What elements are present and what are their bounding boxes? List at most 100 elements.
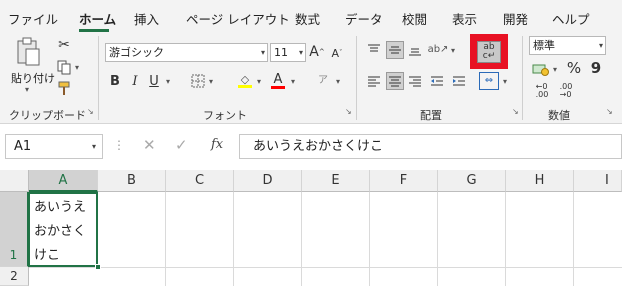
bottom-align-icon[interactable]: [407, 43, 423, 57]
number-launcher-icon[interactable]: ↘: [606, 107, 613, 116]
fill-color-icon[interactable]: ◇: [237, 72, 253, 90]
tab-view[interactable]: 表示: [452, 9, 477, 28]
underline-icon[interactable]: U: [147, 73, 161, 89]
decrease-indent-icon[interactable]: [429, 74, 445, 88]
more-options-icon[interactable]: ⋮: [113, 138, 125, 152]
paste-dropdown-icon[interactable]: ▾: [25, 85, 29, 94]
tab-review[interactable]: 校閲: [402, 9, 427, 28]
select-all-corner[interactable]: [0, 170, 29, 192]
chevron-down-icon[interactable]: ▾: [299, 44, 303, 61]
comma-style-icon[interactable]: 9: [590, 59, 602, 77]
active-tab-indicator: [79, 29, 109, 32]
gridline: [29, 267, 622, 268]
tab-file[interactable]: ファイル: [8, 9, 58, 28]
formula-bar-content: あいうえおかさくけこ: [253, 139, 384, 154]
column-header-f[interactable]: F: [370, 170, 438, 192]
tab-home[interactable]: ホーム: [79, 9, 116, 28]
decrease-font-size-icon[interactable]: Aˇ: [330, 45, 344, 61]
column-header-i[interactable]: I: [574, 170, 622, 192]
accounting-format-icon[interactable]: [531, 61, 551, 77]
tab-formulas[interactable]: 数式: [295, 9, 320, 28]
font-name-value: 游ゴシック: [109, 46, 164, 59]
align-right-icon[interactable]: [407, 74, 423, 88]
borders-icon[interactable]: [190, 73, 206, 89]
tab-insert[interactable]: 挿入: [134, 9, 159, 28]
phonetic-guide-icon[interactable]: ア: [315, 73, 331, 89]
cut-icon[interactable]: ✂: [56, 37, 72, 53]
orientation-dropdown-icon[interactable]: ▾: [451, 46, 455, 55]
align-center-icon[interactable]: [386, 72, 404, 90]
ribbon-tabs: ファイル ホーム 挿入 ページ レイアウト 数式 データ 校閲 表示 開発 ヘル…: [0, 0, 622, 34]
tab-page-layout[interactable]: ページ レイアウト: [186, 9, 290, 28]
group-divider: [98, 36, 99, 120]
name-box[interactable]: A1 ▾: [5, 134, 103, 159]
alignment-group-label: 配置: [420, 109, 442, 122]
font-name-combo[interactable]: 游ゴシック ▾: [105, 43, 268, 62]
clipboard-launcher-icon[interactable]: ↘: [87, 107, 94, 116]
column-header-b[interactable]: B: [98, 170, 166, 192]
borders-dropdown-icon[interactable]: ▾: [209, 77, 213, 86]
tab-help[interactable]: ヘルプ: [552, 9, 590, 28]
middle-align-icon[interactable]: [386, 41, 404, 59]
underline-dropdown-icon[interactable]: ▾: [166, 77, 170, 86]
paste-icon[interactable]: [14, 37, 42, 67]
phonetic-dropdown-icon[interactable]: ▾: [336, 77, 340, 86]
row-header-1[interactable]: 1: [0, 192, 29, 267]
paste-label[interactable]: 貼り付け: [11, 70, 55, 86]
enter-icon[interactable]: ✓: [175, 136, 188, 154]
name-box-value: A1: [14, 139, 32, 154]
tab-developer[interactable]: 開発: [503, 9, 528, 28]
insert-function-icon[interactable]: fx: [211, 137, 223, 152]
cell-a1[interactable]: あいうえ おかさく けこ: [28, 192, 98, 267]
number-group-label: 数値: [548, 109, 570, 122]
font-color-icon[interactable]: A: [270, 72, 286, 90]
italic-icon[interactable]: I: [128, 73, 142, 89]
increase-indent-icon[interactable]: [451, 74, 467, 88]
clipboard-group-label: クリップボード: [9, 109, 86, 122]
column-header-c[interactable]: C: [166, 170, 234, 192]
wrap-text-button[interactable]: ab c↵: [470, 34, 508, 69]
font-color-dropdown-icon[interactable]: ▾: [291, 77, 295, 86]
chevron-down-icon[interactable]: ▾: [92, 135, 96, 158]
accounting-dropdown-icon[interactable]: ▾: [553, 65, 557, 74]
cancel-icon[interactable]: ✕: [143, 136, 156, 154]
increase-font-size-icon[interactable]: A ^: [309, 43, 325, 61]
formula-bar-input[interactable]: あいうえおかさくけこ: [239, 134, 622, 159]
gridline: [505, 192, 506, 286]
group-divider: [356, 36, 357, 120]
ribbon: 貼り付け ▾ ✂ ▾ クリップボード ↘ 游ゴシック ▾ 11 ▾ A ^ Aˇ B …: [0, 34, 622, 124]
gridline: [369, 192, 370, 286]
copy-dropdown-icon[interactable]: ▾: [75, 63, 79, 72]
decrease-decimal-icon[interactable]: .00 →0: [557, 82, 575, 100]
align-left-icon[interactable]: [366, 74, 382, 88]
gridline: [165, 192, 166, 286]
row-header-2[interactable]: 2: [0, 267, 29, 286]
font-size-combo[interactable]: 11 ▾: [270, 43, 306, 62]
top-align-icon[interactable]: [366, 43, 382, 57]
fill-color-dropdown-icon[interactable]: ▾: [257, 77, 261, 86]
percent-style-icon[interactable]: %: [566, 59, 582, 77]
column-header-e[interactable]: E: [302, 170, 370, 192]
merge-center-icon[interactable]: ⇔: [479, 72, 499, 90]
font-launcher-icon[interactable]: ↘: [345, 107, 352, 116]
column-header-a[interactable]: A: [29, 170, 98, 192]
alignment-launcher-icon[interactable]: ↘: [512, 107, 519, 116]
increase-decimal-icon[interactable]: ←0.00: [533, 82, 551, 100]
wrap-text-icon: ab c↵: [477, 40, 501, 63]
tab-data[interactable]: データ: [345, 9, 383, 28]
chevron-down-icon[interactable]: ▾: [599, 37, 603, 54]
fill-handle[interactable]: [95, 264, 101, 270]
gridline: [573, 192, 574, 286]
copy-icon[interactable]: [55, 59, 73, 75]
orientation-icon[interactable]: ab↗: [428, 42, 449, 58]
format-painter-icon[interactable]: [56, 80, 72, 96]
bold-icon[interactable]: B: [108, 73, 122, 89]
column-header-h[interactable]: H: [506, 170, 574, 192]
column-header-g[interactable]: G: [438, 170, 506, 192]
chevron-down-icon[interactable]: ▾: [261, 44, 265, 61]
group-divider: [522, 36, 523, 120]
gridline: [437, 192, 438, 286]
number-format-combo[interactable]: 標準 ▾: [529, 36, 606, 55]
column-header-d[interactable]: D: [234, 170, 302, 192]
merge-dropdown-icon[interactable]: ▾: [503, 77, 507, 86]
